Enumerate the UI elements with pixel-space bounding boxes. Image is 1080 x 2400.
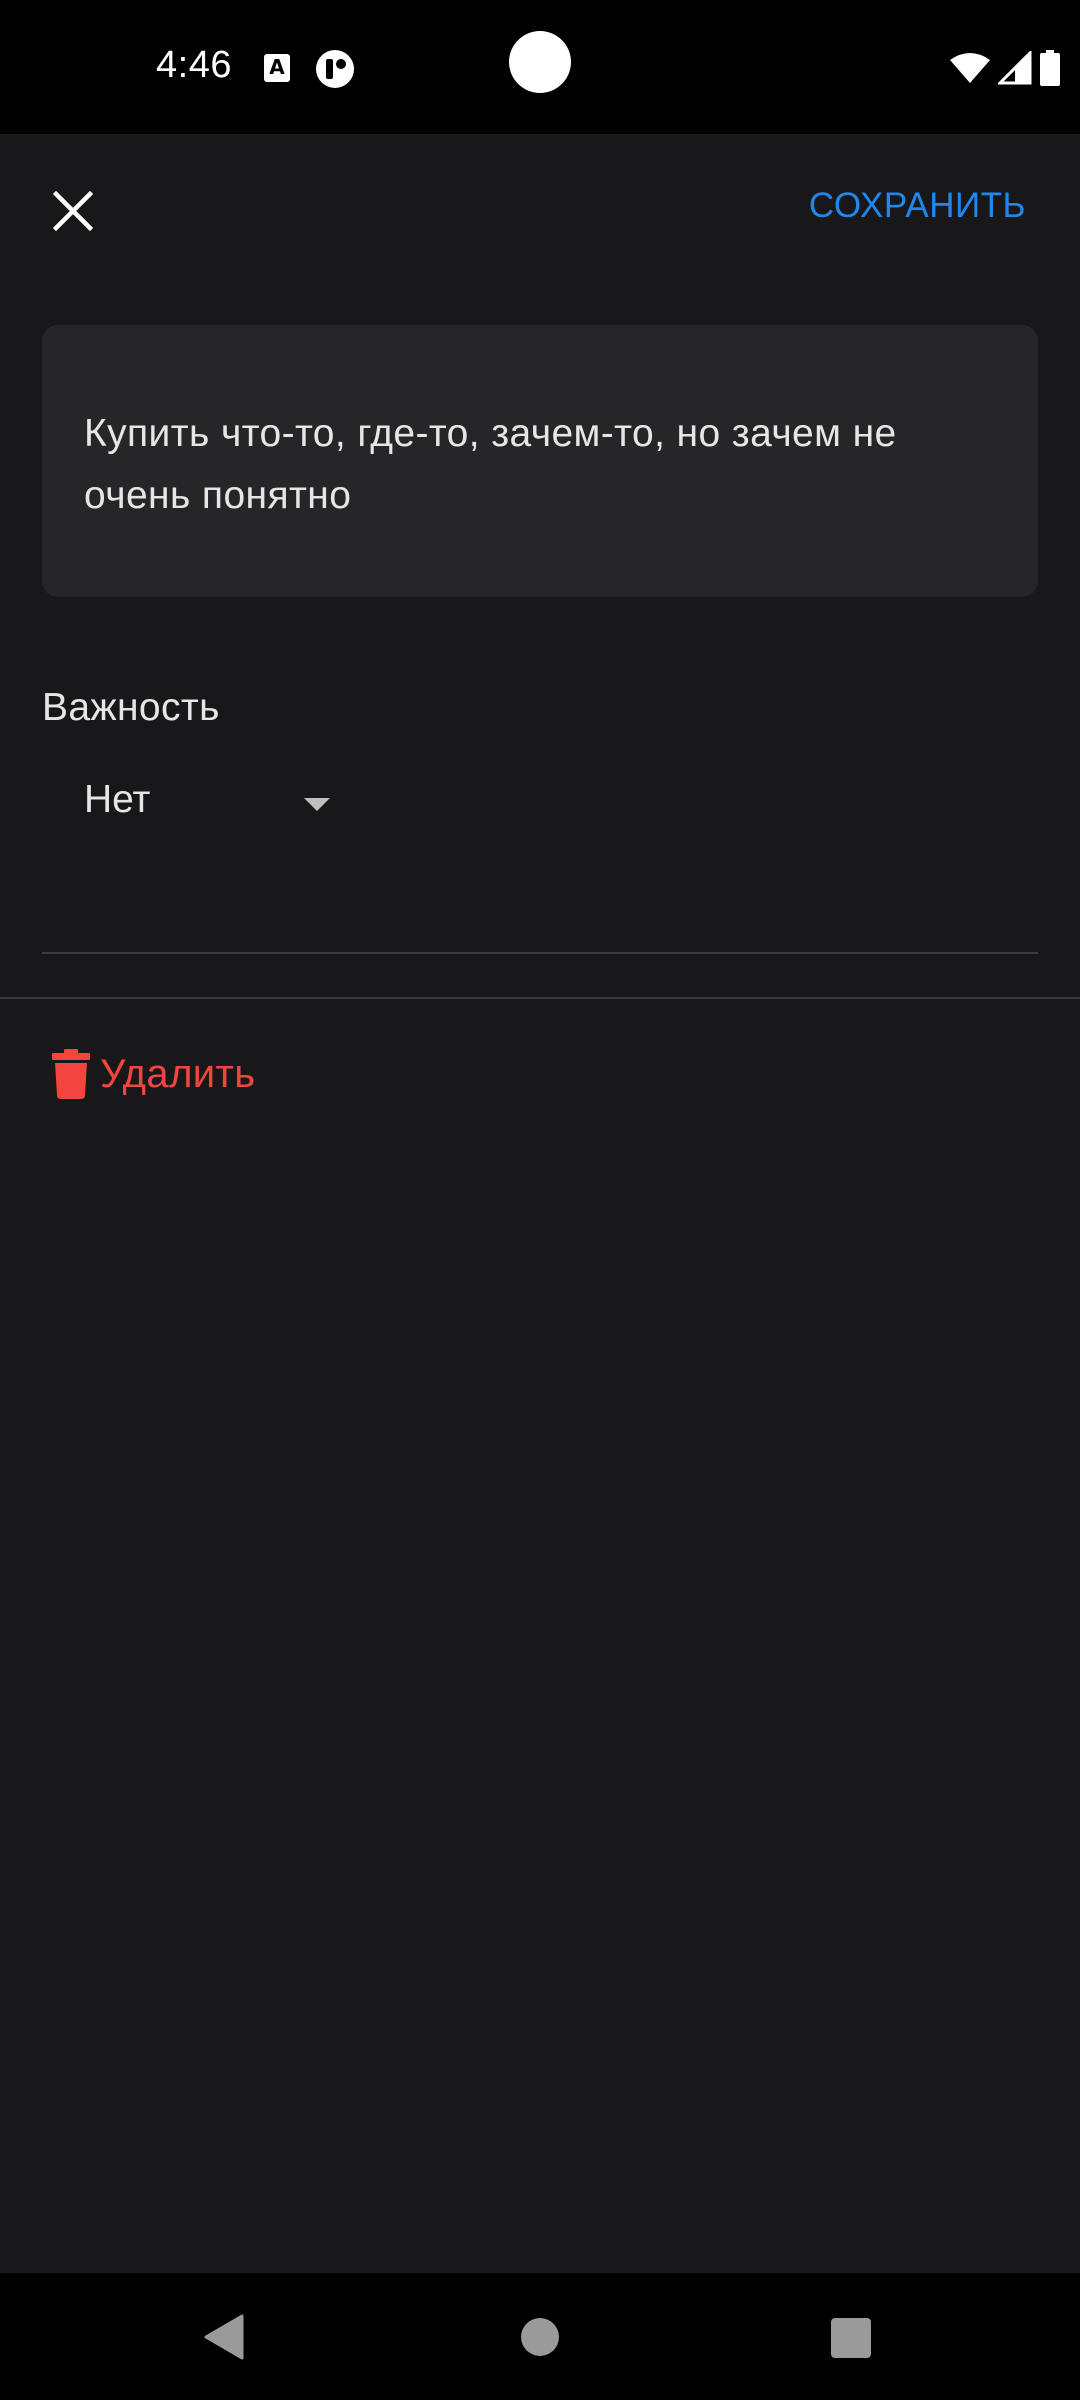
battery-icon <box>1040 50 1060 86</box>
signal-icon <box>998 51 1032 85</box>
delete-label: Удалить <box>100 1051 256 1096</box>
app-t-icon <box>316 50 354 88</box>
task-text-card: Купить что-то, где-то, зачем-то, но заче… <box>42 325 1038 597</box>
importance-selected-value: Нет <box>84 778 151 821</box>
home-icon[interactable] <box>521 2318 559 2356</box>
divider <box>42 952 1038 954</box>
camera-cutout <box>509 31 571 93</box>
translate-a-icon: A <box>264 54 290 82</box>
chevron-down-icon <box>304 798 330 811</box>
wifi-icon <box>950 53 990 83</box>
status-icons <box>950 50 1060 86</box>
close-icon <box>53 191 93 231</box>
status-time: 4:46 <box>156 44 232 86</box>
task-edit-screen: 4:46 A СОХРАНИТЬ Купить что-то, где-то, … <box>0 0 1080 2400</box>
status-bar: 4:46 A <box>0 0 1080 134</box>
close-button[interactable] <box>40 178 106 244</box>
back-icon[interactable] <box>204 2314 244 2360</box>
importance-dropdown[interactable]: Нет <box>42 770 362 840</box>
recents-icon[interactable] <box>831 2318 871 2358</box>
divider-full <box>0 997 1080 999</box>
task-text-input[interactable]: Купить что-то, где-то, зачем-то, но заче… <box>84 403 996 543</box>
navigation-bar <box>0 2273 1080 2400</box>
trash-icon <box>52 1049 90 1099</box>
delete-button[interactable]: Удалить <box>52 1048 256 1100</box>
save-button[interactable]: СОХРАНИТЬ <box>809 186 1026 226</box>
importance-label: Важность <box>42 686 220 729</box>
